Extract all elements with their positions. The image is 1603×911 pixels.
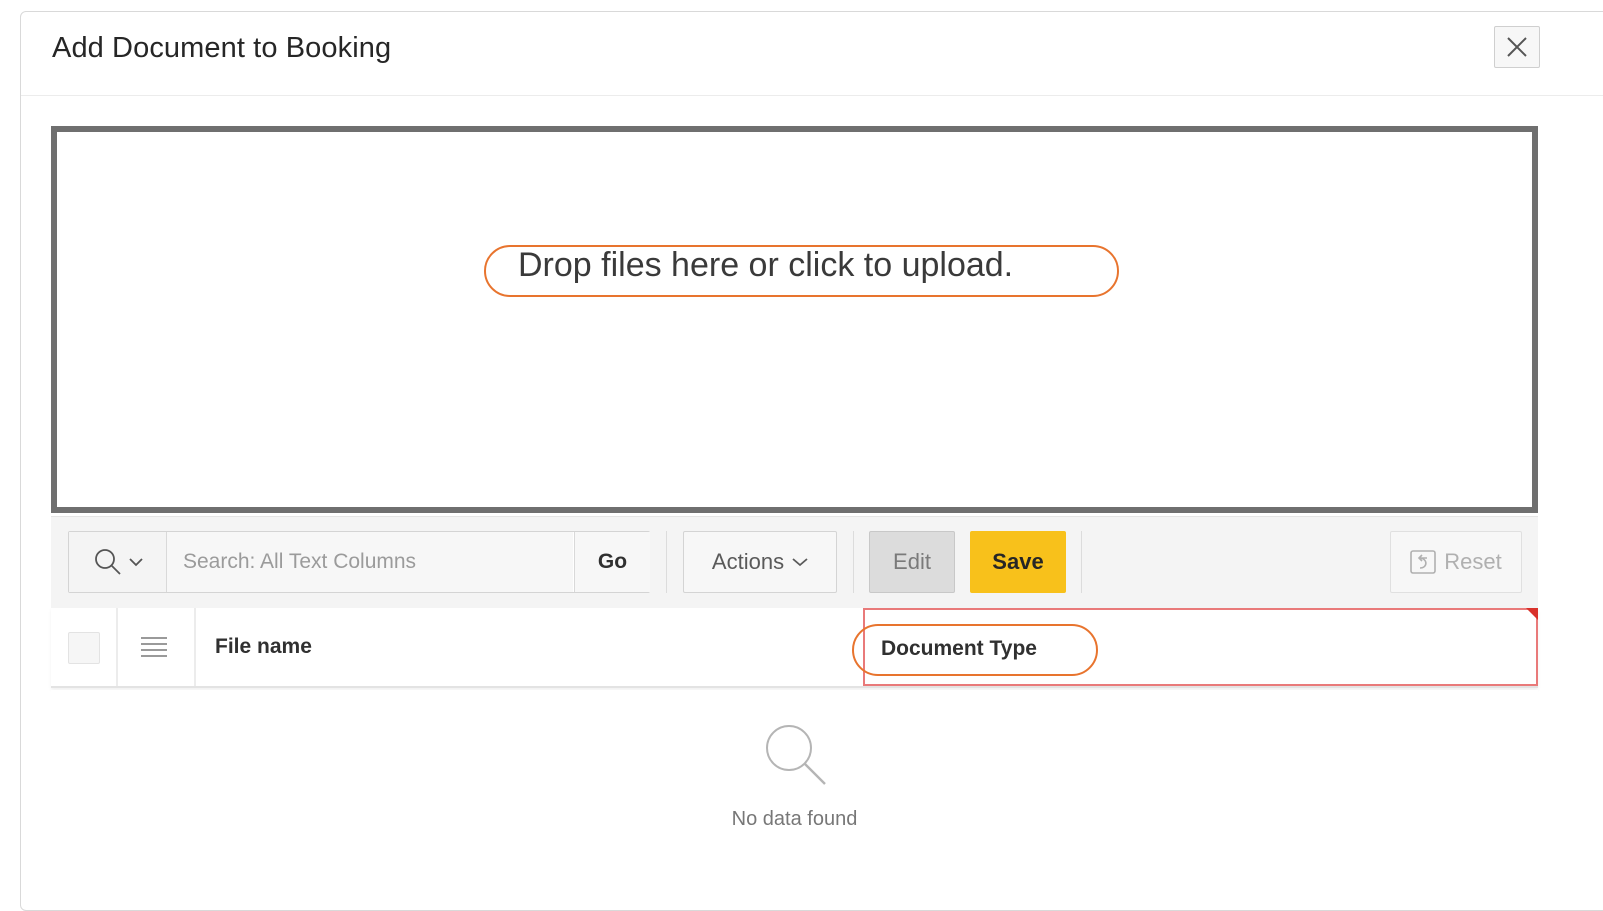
select-all-checkbox[interactable] bbox=[68, 632, 100, 664]
no-data-message: No data found bbox=[731, 808, 858, 830]
column-header-file-name[interactable]: File name bbox=[215, 635, 312, 659]
grid-header-row: File name Document Type bbox=[51, 608, 1538, 688]
go-button[interactable]: Go bbox=[574, 532, 650, 592]
chevron-down-icon bbox=[128, 558, 143, 567]
dropzone-label: Drop files here or click to upload. bbox=[518, 246, 1014, 284]
column-divider bbox=[194, 608, 196, 686]
no-data-search-icon bbox=[766, 725, 826, 785]
chevron-down-icon bbox=[792, 558, 808, 567]
file-dropzone[interactable]: Drop files here or click to upload. bbox=[51, 126, 1538, 513]
reset-label: Reset bbox=[1444, 549, 1502, 574]
column-divider bbox=[116, 608, 118, 686]
actions-label: Actions bbox=[711, 549, 785, 574]
dialog-header: Add Document to Booking bbox=[21, 12, 1603, 96]
column-header-label: Document Type bbox=[881, 637, 1037, 660]
search-icon bbox=[94, 549, 121, 575]
grid-toolbar: Go Actions Edit Save Reset bbox=[51, 516, 1538, 608]
search-input[interactable] bbox=[167, 532, 573, 592]
close-button[interactable] bbox=[1494, 26, 1540, 68]
search-group: Go bbox=[68, 531, 650, 593]
actions-menu-button[interactable]: Actions bbox=[683, 531, 837, 593]
toolbar-divider bbox=[1081, 531, 1082, 593]
reset-button[interactable]: Reset bbox=[1390, 531, 1522, 593]
save-button[interactable]: Save bbox=[970, 531, 1066, 593]
dialog-title: Add Document to Booking bbox=[52, 32, 392, 64]
row-actions-menu-icon[interactable] bbox=[141, 634, 167, 660]
grid-body: No data found bbox=[51, 690, 1538, 890]
column-header-document-type[interactable]: Document Type bbox=[863, 608, 1538, 686]
search-column-menu-button[interactable] bbox=[69, 532, 167, 592]
edit-button[interactable]: Edit bbox=[869, 531, 955, 593]
close-icon bbox=[1507, 37, 1527, 57]
required-indicator bbox=[1526, 608, 1538, 620]
reset-icon bbox=[1410, 550, 1437, 574]
toolbar-divider bbox=[666, 531, 667, 593]
toolbar-divider bbox=[853, 531, 854, 593]
